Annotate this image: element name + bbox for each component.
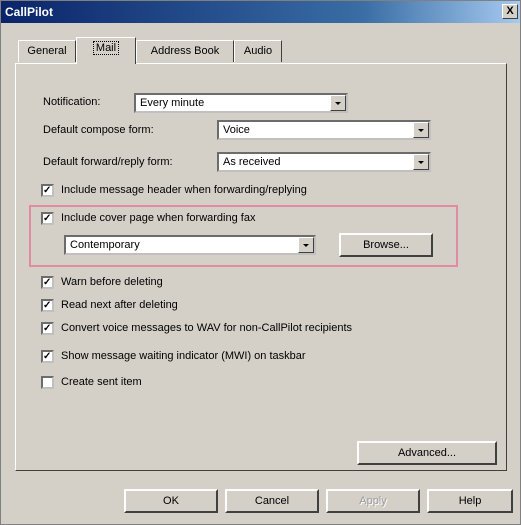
tab-mail[interactable]: Mail bbox=[76, 37, 136, 64]
forward-form-label: Default forward/reply form: bbox=[43, 156, 173, 168]
forward-form-select[interactable]: As received bbox=[217, 152, 431, 172]
cancel-button-label: Cancel bbox=[254, 495, 290, 507]
tab-mail-label: Mail bbox=[92, 41, 120, 55]
include-header-checkbox[interactable] bbox=[41, 184, 54, 197]
close-icon: X bbox=[506, 5, 514, 17]
window-title: CallPilot bbox=[5, 5, 54, 19]
chevron-down-icon[interactable] bbox=[413, 154, 429, 170]
tab-address-book[interactable]: Address Book bbox=[136, 40, 234, 62]
compose-form-select[interactable]: Voice bbox=[217, 120, 431, 140]
advanced-button-label: Advanced... bbox=[397, 447, 457, 459]
convert-wav-checkbox[interactable] bbox=[41, 322, 54, 335]
title-bar: CallPilot X bbox=[1, 1, 520, 23]
create-sent-label: Create sent item bbox=[61, 376, 142, 388]
browse-button[interactable]: Browse... bbox=[339, 233, 433, 257]
forward-form-value: As received bbox=[223, 156, 281, 168]
compose-form-label: Default compose form: bbox=[43, 124, 154, 136]
cover-page-value: Contemporary bbox=[70, 239, 140, 251]
cancel-button[interactable]: Cancel bbox=[225, 489, 319, 513]
apply-button[interactable]: Apply bbox=[326, 489, 420, 513]
notification-select[interactable]: Every minute bbox=[134, 93, 348, 113]
browse-button-label: Browse... bbox=[363, 239, 409, 251]
tab-general-label: General bbox=[27, 45, 67, 57]
include-cover-checkbox[interactable] bbox=[41, 212, 54, 225]
create-sent-checkbox[interactable] bbox=[41, 376, 54, 389]
chevron-down-icon[interactable] bbox=[413, 122, 429, 138]
help-button-label: Help bbox=[458, 495, 482, 507]
convert-wav-label: Convert voice messages to WAV for non-Ca… bbox=[61, 322, 353, 334]
show-mwi-label: Show message waiting indicator (MWI) on … bbox=[61, 350, 306, 362]
ok-button[interactable]: OK bbox=[124, 489, 218, 513]
advanced-button[interactable]: Advanced... bbox=[357, 441, 497, 465]
ok-button-label: OK bbox=[163, 495, 179, 507]
include-header-label: Include message header when forwarding/r… bbox=[61, 184, 307, 196]
chevron-down-icon[interactable] bbox=[298, 237, 314, 253]
help-button[interactable]: Help bbox=[427, 489, 513, 513]
tab-audio-label: Audio bbox=[243, 45, 273, 57]
tab-address-book-label: Address Book bbox=[150, 45, 220, 57]
notification-value: Every minute bbox=[140, 97, 205, 109]
tab-audio[interactable]: Audio bbox=[234, 40, 282, 62]
show-mwi-checkbox[interactable] bbox=[41, 350, 54, 363]
callpilot-dialog: CallPilot X General Mail Address Book Au… bbox=[0, 0, 521, 525]
tab-general[interactable]: General bbox=[18, 40, 76, 62]
include-cover-label: Include cover page when forwarding fax bbox=[61, 212, 256, 224]
close-button[interactable]: X bbox=[502, 4, 518, 19]
warn-delete-label: Warn before deleting bbox=[61, 276, 163, 288]
compose-form-value: Voice bbox=[223, 124, 250, 136]
notification-label: Notification: bbox=[43, 96, 101, 108]
read-next-label: Read next after deleting bbox=[61, 299, 178, 311]
cover-page-select[interactable]: Contemporary bbox=[64, 235, 316, 255]
apply-button-label: Apply bbox=[359, 495, 387, 507]
warn-delete-checkbox[interactable] bbox=[41, 276, 54, 289]
read-next-checkbox[interactable] bbox=[41, 299, 54, 312]
chevron-down-icon[interactable] bbox=[330, 95, 346, 111]
